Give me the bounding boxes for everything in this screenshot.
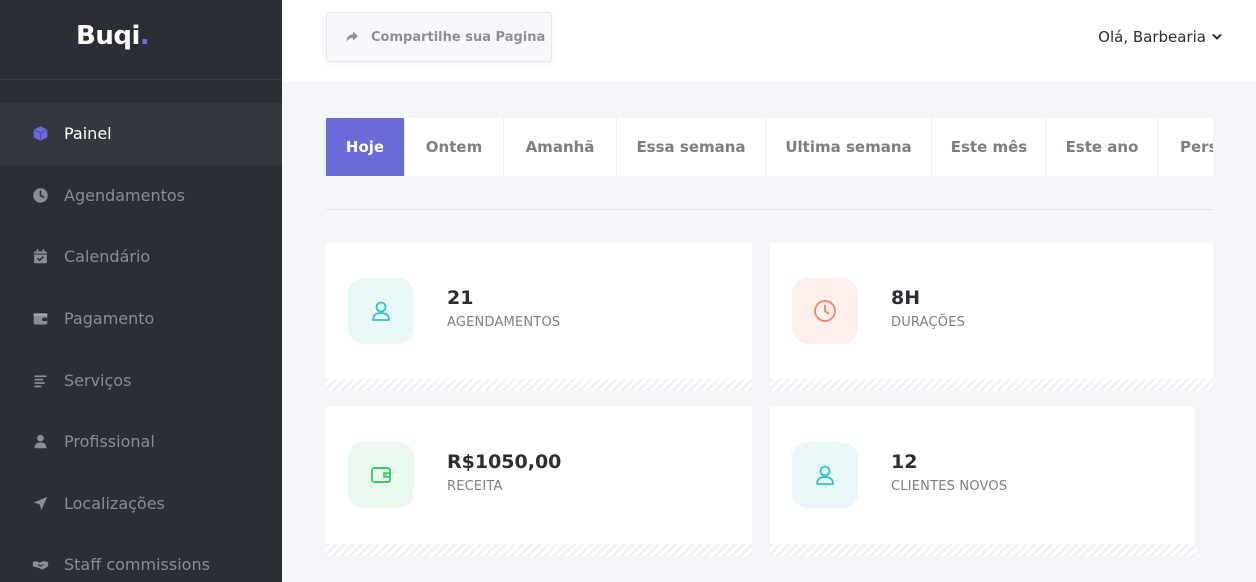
sidebar-item-label: Localizações <box>64 493 165 513</box>
calendar-check-icon <box>30 247 50 267</box>
tab-amanha[interactable]: Amanhã <box>504 118 617 176</box>
sidebar-item-label: Calendário <box>64 247 151 267</box>
brand-dot: . <box>139 21 150 51</box>
location-arrow-icon <box>30 493 50 513</box>
user-greeting: Olá, Barbearia <box>1098 28 1206 46</box>
tab-hoje[interactable]: Hoje <box>326 118 405 176</box>
period-tabs: Hoje Ontem Amanhã Essa semana Ultima sem… <box>326 118 1213 176</box>
sidebar-item-agendamentos[interactable]: Agendamentos <box>0 165 282 227</box>
tab-ontem[interactable]: Ontem <box>405 118 504 176</box>
divider <box>326 209 1213 210</box>
stat-icon-box <box>792 278 858 344</box>
tab-essa-semana[interactable]: Essa semana <box>617 118 766 176</box>
wallet-icon <box>30 309 50 329</box>
user-icon <box>30 432 50 452</box>
sidebar-item-pagamento[interactable]: Pagamento <box>0 288 282 350</box>
sidebar: Buqi. Painel Agendamentos Calendário Pag… <box>0 0 282 582</box>
user-icon <box>816 465 834 485</box>
sidebar-item-calendario[interactable]: Calendário <box>0 226 282 288</box>
stat-card-duracoes: 8H DURAÇÕES <box>770 243 1213 391</box>
tab-personalizado[interactable]: Pers <box>1158 118 1213 176</box>
stat-card-clientes-novos: 12 CLIENTES NOVOS <box>770 407 1195 556</box>
share-page-button[interactable]: Compartilhe sua Pagina <box>326 12 552 62</box>
sidebar-item-staff-commissions[interactable]: Staff commissions <box>0 534 282 582</box>
clock-icon <box>30 185 50 205</box>
card-stripe <box>326 544 752 556</box>
list-icon <box>30 370 50 390</box>
stat-value: 8H <box>891 287 921 309</box>
sidebar-item-label: Profissional <box>64 432 155 452</box>
sidebar-item-profissional[interactable]: Profissional <box>0 411 282 473</box>
tab-este-ano[interactable]: Este ano <box>1047 118 1158 176</box>
stat-label: AGENDAMENTOS <box>447 315 561 330</box>
clock-icon <box>814 300 836 322</box>
wallet-icon <box>371 467 391 483</box>
handshake-icon <box>30 555 50 575</box>
sidebar-item-painel[interactable]: Painel <box>0 103 282 165</box>
stat-label: CLIENTES NOVOS <box>891 479 1008 494</box>
sidebar-nav: Painel Agendamentos Calendário Pagamento… <box>0 103 282 582</box>
tab-ultima-semana[interactable]: Ultima semana <box>766 118 932 176</box>
cube-icon <box>30 124 50 144</box>
sidebar-item-label: Painel <box>64 124 112 144</box>
card-stripe <box>326 379 752 391</box>
stat-icon-box <box>792 442 858 508</box>
user-icon <box>372 301 390 321</box>
brand-name: Buqi <box>76 21 140 51</box>
chevron-down-icon <box>1212 34 1222 40</box>
user-menu[interactable]: Olá, Barbearia <box>1098 28 1222 46</box>
share-button-label: Compartilhe sua Pagina <box>371 29 546 45</box>
sidebar-item-label: Staff commissions <box>64 555 210 575</box>
stat-icon-box <box>348 278 414 344</box>
brand-logo[interactable]: Buqi. <box>76 21 150 51</box>
stat-label: RECEITA <box>447 479 503 494</box>
stat-value: 21 <box>447 287 474 309</box>
stat-card-receita: R$1050,00 RECEITA <box>326 407 752 556</box>
tab-este-mes[interactable]: Este mês <box>932 118 1047 176</box>
stat-value: 12 <box>891 451 918 473</box>
brand-area: Buqi. <box>0 0 282 80</box>
card-stripe <box>770 544 1195 556</box>
stat-label: DURAÇÕES <box>891 315 966 330</box>
sidebar-item-label: Pagamento <box>64 309 155 329</box>
stat-card-agendamentos: 21 AGENDAMENTOS <box>326 243 752 391</box>
sidebar-item-servicos[interactable]: Serviços <box>0 349 282 411</box>
top-bar: Compartilhe sua Pagina Olá, Barbearia <box>282 0 1256 82</box>
sidebar-item-label: Serviços <box>64 370 132 390</box>
stat-value: R$1050,00 <box>447 451 562 473</box>
stat-icon-box <box>348 442 414 508</box>
sidebar-item-label: Agendamentos <box>64 185 186 205</box>
card-stripe <box>770 379 1213 391</box>
share-icon <box>346 31 359 42</box>
sidebar-item-localizacoes[interactable]: Localizações <box>0 473 282 535</box>
